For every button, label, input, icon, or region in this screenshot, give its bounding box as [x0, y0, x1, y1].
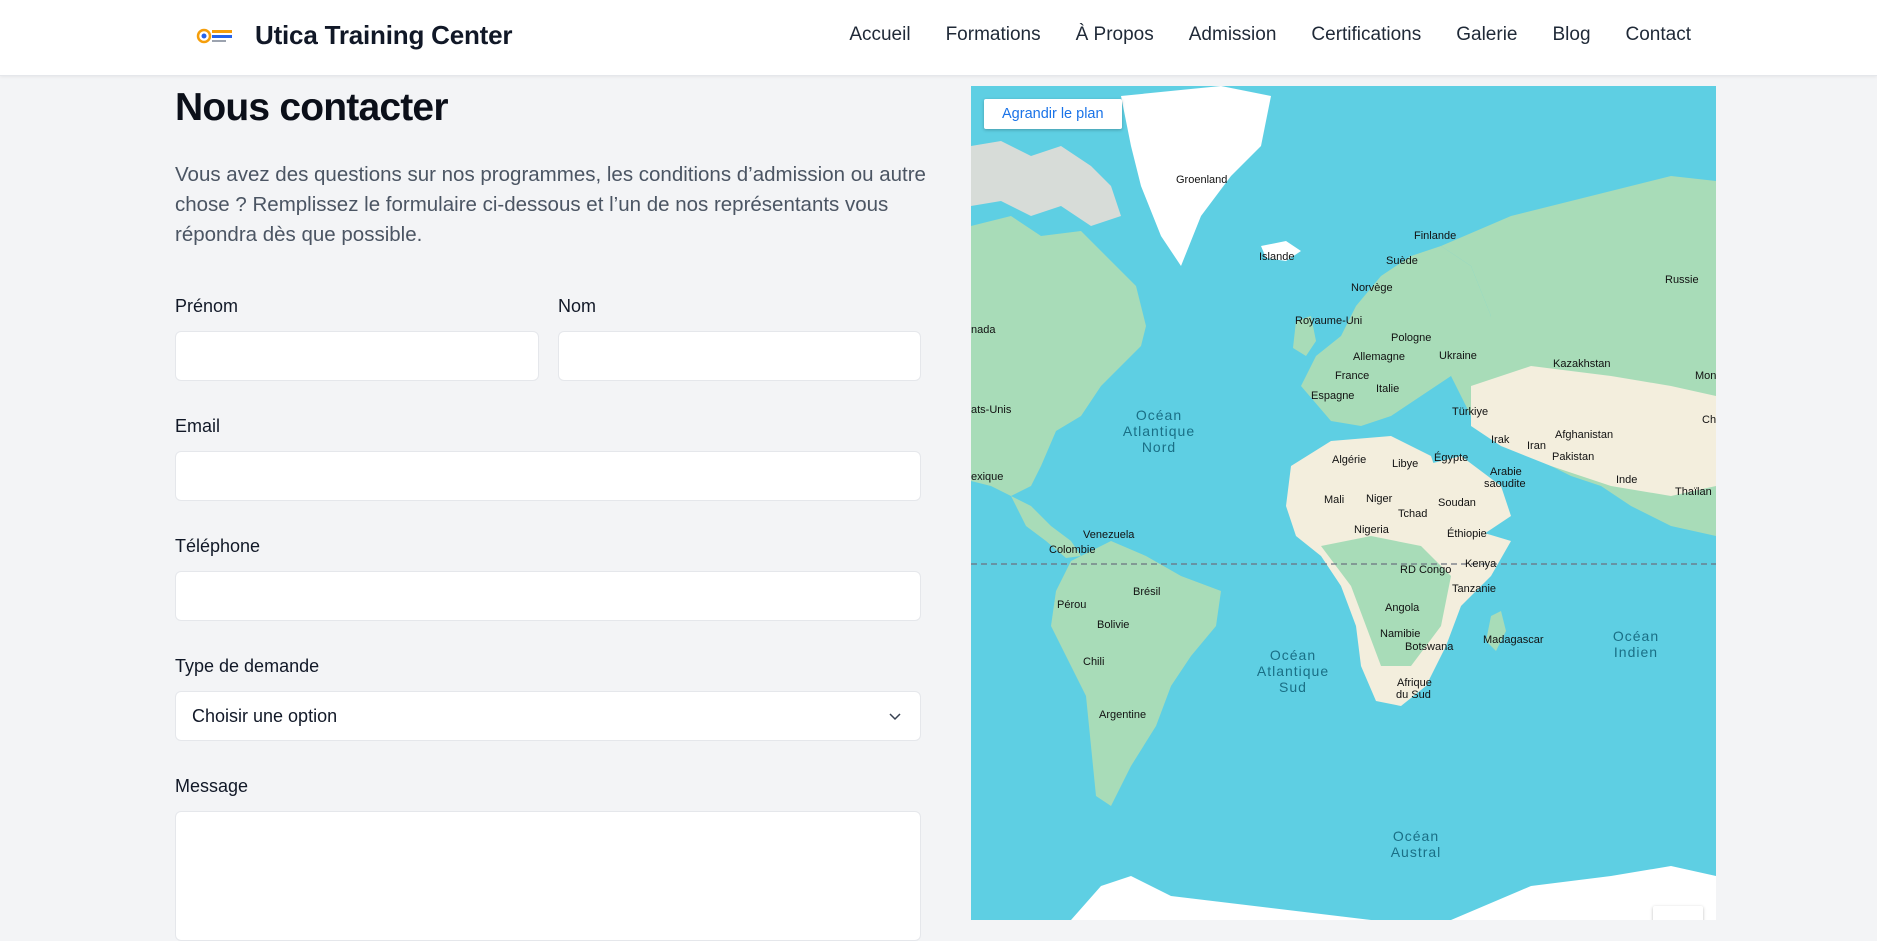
first-name-field[interactable]: [175, 331, 539, 381]
label-venezuela: Venezuela: [1083, 529, 1135, 541]
world-map[interactable]: Groenland Islande Finlande Suède Norvège…: [971, 86, 1716, 920]
label-southern-ocean-2: Austral: [1391, 844, 1442, 860]
label-argentina: Argentine: [1099, 709, 1146, 721]
label-north-atlantic-1: Océan: [1136, 407, 1182, 423]
label-russia: Russie: [1665, 274, 1699, 286]
antarctica-landmass: [1071, 876, 1371, 920]
chevron-down-icon: [889, 713, 901, 721]
label-tanzania: Tanzanie: [1452, 583, 1496, 595]
label-thailand: Thaïlan: [1675, 486, 1712, 498]
label-angola: Angola: [1385, 602, 1420, 614]
nav-certifications[interactable]: Certifications: [1311, 24, 1421, 46]
canadian-arctic: [971, 141, 1121, 226]
label-south-africa-2: du Sud: [1396, 689, 1431, 701]
intro-text: Vous avez des questions sur nos programm…: [175, 163, 926, 246]
label-southern-ocean-1: Océan: [1393, 828, 1439, 844]
label-finland: Finlande: [1414, 230, 1456, 242]
label-algeria: Algérie: [1332, 454, 1366, 466]
phone-label: Téléphone: [175, 536, 261, 556]
request-type-select[interactable]: Choisir une option: [175, 691, 921, 741]
nav-formations[interactable]: Formations: [946, 24, 1041, 46]
label-brazil: Brésil: [1133, 586, 1161, 598]
label-pakistan: Pakistan: [1552, 451, 1594, 463]
map-embed[interactable]: Groenland Islande Finlande Suède Norvège…: [971, 86, 1716, 920]
label-uk: Royaume-Uni: [1295, 315, 1362, 327]
enlarge-map-button[interactable]: Agrandir le plan: [984, 99, 1122, 129]
label-indian-ocean-2: Indien: [1614, 644, 1658, 660]
label-indian-ocean-1: Océan: [1613, 628, 1659, 644]
first-name-label: Prénom: [175, 296, 239, 316]
page-title: Nous contacter: [175, 86, 449, 129]
label-mongolia: Mong: [1695, 370, 1716, 382]
main-nav: Accueil Formations À Propos Admission Ce…: [849, 24, 1691, 46]
label-chad: Tchad: [1398, 508, 1427, 520]
label-iceland: Islande: [1259, 251, 1294, 263]
phone-field[interactable]: [175, 571, 921, 621]
label-iran: Iran: [1527, 440, 1546, 452]
label-nigeria: Nigeria: [1354, 524, 1390, 536]
label-kenya: Kenya: [1465, 558, 1497, 570]
label-egypt: Égypte: [1434, 451, 1468, 464]
nav-admission[interactable]: Admission: [1189, 24, 1277, 46]
last-name-label: Nom: [558, 296, 597, 316]
label-canada: nada: [971, 324, 996, 336]
label-poland: Pologne: [1391, 332, 1431, 344]
nav-galerie[interactable]: Galerie: [1456, 24, 1517, 46]
nav-accueil[interactable]: Accueil: [849, 24, 910, 46]
label-south-atlantic-3: Sud: [1279, 679, 1307, 695]
label-mali: Mali: [1324, 494, 1344, 506]
site-header: Utica Training Center Accueil Formations…: [0, 0, 1877, 76]
label-ethiopia: Éthiopie: [1447, 527, 1487, 540]
label-south-atlantic-2: Atlantique: [1257, 663, 1329, 679]
label-usa: ats-Unis: [971, 404, 1012, 416]
south-america-landmass: [1051, 541, 1221, 806]
label-norway: Norvège: [1351, 282, 1393, 294]
label-north-atlantic-3: Nord: [1142, 439, 1176, 455]
brand-name[interactable]: Utica Training Center: [255, 20, 513, 51]
label-saudi-1: Arabie: [1490, 466, 1522, 478]
last-name-field[interactable]: [558, 331, 921, 381]
logo-icon[interactable]: [196, 24, 234, 48]
label-niger: Niger: [1366, 493, 1393, 505]
email-field[interactable]: [175, 451, 921, 501]
label-south-africa-1: Afrique: [1397, 677, 1432, 689]
label-turkey: Türkiye: [1452, 406, 1488, 418]
request-type-label: Type de demande: [175, 656, 320, 676]
label-sudan: Soudan: [1438, 497, 1476, 509]
label-namibia: Namibie: [1380, 628, 1420, 640]
label-ukraine: Ukraine: [1439, 350, 1477, 362]
label-germany: Allemagne: [1353, 351, 1405, 363]
message-field[interactable]: [175, 811, 921, 941]
label-libya: Libye: [1392, 458, 1418, 470]
north-america-landmass: [971, 216, 1146, 496]
label-iraq: Irak: [1491, 434, 1510, 446]
label-drc: RD Congo: [1400, 564, 1451, 576]
nav-blog[interactable]: Blog: [1552, 24, 1590, 46]
nav-a-propos[interactable]: À Propos: [1076, 24, 1154, 46]
label-france: France: [1335, 370, 1369, 382]
label-spain: Espagne: [1311, 390, 1354, 402]
label-bolivia: Bolivie: [1097, 619, 1129, 631]
map-zoom-control[interactable]: [1653, 906, 1703, 920]
label-greenland: Groenland: [1176, 174, 1227, 186]
label-madagascar: Madagascar: [1483, 634, 1544, 646]
label-botswana: Botswana: [1405, 641, 1454, 653]
request-type-value: Choisir une option: [192, 706, 338, 726]
label-china: Chi: [1702, 414, 1716, 426]
message-label: Message: [175, 776, 249, 796]
label-kazakhstan: Kazakhstan: [1553, 358, 1610, 370]
nav-contact[interactable]: Contact: [1626, 24, 1691, 46]
label-peru: Pérou: [1057, 599, 1086, 611]
label-chile: Chili: [1083, 656, 1104, 668]
label-saudi-2: saoudite: [1484, 478, 1526, 490]
label-sweden: Suède: [1386, 255, 1418, 267]
label-afghanistan: Afghanistan: [1555, 429, 1613, 441]
label-mexico: exique: [971, 471, 1003, 483]
label-italy: Italie: [1376, 383, 1399, 395]
label-north-atlantic-2: Atlantique: [1123, 423, 1195, 439]
label-colombia: Colombie: [1049, 544, 1095, 556]
label-india: Inde: [1616, 474, 1637, 486]
label-south-atlantic-1: Océan: [1270, 647, 1316, 663]
email-label: Email: [175, 416, 221, 436]
